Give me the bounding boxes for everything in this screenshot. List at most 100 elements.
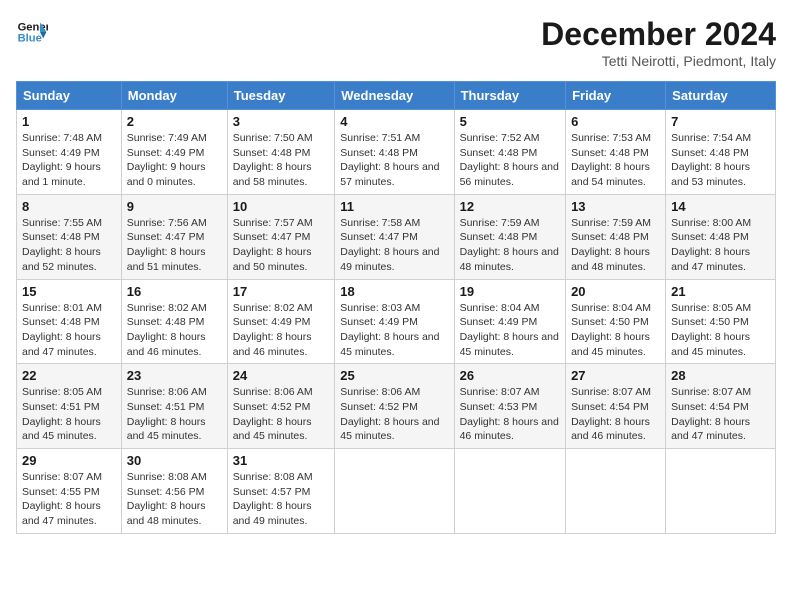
day-number: 7 bbox=[671, 114, 770, 129]
cell-info: Sunrise: 8:08 AMSunset: 4:56 PMDaylight:… bbox=[127, 470, 222, 529]
cell-info: Sunrise: 7:55 AMSunset: 4:48 PMDaylight:… bbox=[22, 216, 116, 275]
calendar-cell: 27Sunrise: 8:07 AMSunset: 4:54 PMDayligh… bbox=[566, 364, 666, 449]
header-row: SundayMondayTuesdayWednesdayThursdayFrid… bbox=[17, 82, 776, 110]
calendar-cell: 15 Sunrise: 8:01 AMSunset: 4:48 PMDayligh… bbox=[17, 279, 122, 364]
calendar-cell: 9Sunrise: 7:56 AMSunset: 4:47 PMDaylight… bbox=[121, 194, 227, 279]
cell-info: Sunrise: 7:58 AMSunset: 4:47 PMDaylight:… bbox=[340, 216, 448, 275]
calendar-cell: 18 Sunrise: 8:03 AMSunset: 4:49 PMDayligh… bbox=[335, 279, 454, 364]
day-number: 19 bbox=[460, 284, 560, 299]
cell-info: Sunrise: 8:05 AMSunset: 4:50 PMDaylight:… bbox=[671, 301, 770, 360]
calendar-cell: 12Sunrise: 7:59 AMSunset: 4:48 PMDayligh… bbox=[454, 194, 565, 279]
calendar-cell: 31 Sunrise: 8:08 AMSunset: 4:57 PMDayligh… bbox=[227, 449, 335, 534]
cell-info: Sunrise: 8:07 AMSunset: 4:55 PMDaylight:… bbox=[22, 470, 116, 529]
calendar-cell: 8 Sunrise: 7:55 AMSunset: 4:48 PMDaylight… bbox=[17, 194, 122, 279]
calendar-cell bbox=[666, 449, 776, 534]
header-cell-friday: Friday bbox=[566, 82, 666, 110]
calendar-cell: 7 Sunrise: 7:54 AMSunset: 4:48 PMDaylight… bbox=[666, 110, 776, 195]
day-number: 5 bbox=[460, 114, 560, 129]
day-number: 31 bbox=[233, 453, 330, 468]
day-number: 6 bbox=[571, 114, 660, 129]
week-row-1: 1 Sunrise: 7:48 AMSunset: 4:49 PMDaylight… bbox=[17, 110, 776, 195]
day-number: 30 bbox=[127, 453, 222, 468]
cell-info: Sunrise: 8:07 AMSunset: 4:54 PMDaylight:… bbox=[671, 385, 770, 444]
calendar-cell: 22 Sunrise: 8:05 AMSunset: 4:51 PMDayligh… bbox=[17, 364, 122, 449]
calendar-cell: 16Sunrise: 8:02 AMSunset: 4:48 PMDayligh… bbox=[121, 279, 227, 364]
calendar-cell: 25 Sunrise: 8:06 AMSunset: 4:52 PMDayligh… bbox=[335, 364, 454, 449]
day-number: 8 bbox=[22, 199, 116, 214]
calendar-table: SundayMondayTuesdayWednesdayThursdayFrid… bbox=[16, 81, 776, 534]
header-cell-sunday: Sunday bbox=[17, 82, 122, 110]
day-number: 17 bbox=[233, 284, 330, 299]
day-number: 10 bbox=[233, 199, 330, 214]
day-number: 13 bbox=[571, 199, 660, 214]
cell-info: Sunrise: 8:01 AMSunset: 4:48 PMDaylight:… bbox=[22, 301, 116, 360]
day-number: 21 bbox=[671, 284, 770, 299]
cell-info: Sunrise: 8:02 AMSunset: 4:49 PMDaylight:… bbox=[233, 301, 330, 360]
calendar-cell: 11Sunrise: 7:58 AMSunset: 4:47 PMDayligh… bbox=[335, 194, 454, 279]
header-cell-monday: Monday bbox=[121, 82, 227, 110]
cell-info: Sunrise: 8:06 AMSunset: 4:51 PMDaylight:… bbox=[127, 385, 222, 444]
location: Tetti Neirotti, Piedmont, Italy bbox=[541, 53, 776, 69]
calendar-cell: 26 Sunrise: 8:07 AMSunset: 4:53 PMDayligh… bbox=[454, 364, 565, 449]
cell-info: Sunrise: 7:49 AMSunset: 4:49 PMDaylight:… bbox=[127, 131, 222, 190]
calendar-cell: 4Sunrise: 7:51 AMSunset: 4:48 PMDaylight… bbox=[335, 110, 454, 195]
cell-info: Sunrise: 8:08 AMSunset: 4:57 PMDaylight:… bbox=[233, 470, 330, 529]
week-row-4: 22 Sunrise: 8:05 AMSunset: 4:51 PMDayligh… bbox=[17, 364, 776, 449]
calendar-cell bbox=[335, 449, 454, 534]
calendar-cell: 19 Sunrise: 8:04 AMSunset: 4:49 PMDayligh… bbox=[454, 279, 565, 364]
calendar-cell: 24 Sunrise: 8:06 AMSunset: 4:52 PMDayligh… bbox=[227, 364, 335, 449]
header: General Blue December 2024 Tetti Neirott… bbox=[16, 16, 776, 69]
day-number: 24 bbox=[233, 368, 330, 383]
day-number: 22 bbox=[22, 368, 116, 383]
calendar-cell bbox=[566, 449, 666, 534]
cell-info: Sunrise: 8:07 AMSunset: 4:54 PMDaylight:… bbox=[571, 385, 660, 444]
cell-info: Sunrise: 7:54 AMSunset: 4:48 PMDaylight:… bbox=[671, 131, 770, 190]
cell-info: Sunrise: 7:53 AMSunset: 4:48 PMDaylight:… bbox=[571, 131, 660, 190]
header-cell-tuesday: Tuesday bbox=[227, 82, 335, 110]
cell-info: Sunrise: 7:59 AMSunset: 4:48 PMDaylight:… bbox=[571, 216, 660, 275]
cell-info: Sunrise: 8:05 AMSunset: 4:51 PMDaylight:… bbox=[22, 385, 116, 444]
day-number: 1 bbox=[22, 114, 116, 129]
calendar-cell: 6 Sunrise: 7:53 AMSunset: 4:48 PMDaylight… bbox=[566, 110, 666, 195]
cell-info: Sunrise: 7:51 AMSunset: 4:48 PMDaylight:… bbox=[340, 131, 448, 190]
day-number: 26 bbox=[460, 368, 560, 383]
cell-info: Sunrise: 7:56 AMSunset: 4:47 PMDaylight:… bbox=[127, 216, 222, 275]
week-row-3: 15 Sunrise: 8:01 AMSunset: 4:48 PMDayligh… bbox=[17, 279, 776, 364]
day-number: 20 bbox=[571, 284, 660, 299]
cell-info: Sunrise: 7:52 AMSunset: 4:48 PMDaylight:… bbox=[460, 131, 560, 190]
logo-icon: General Blue bbox=[16, 16, 48, 48]
day-number: 28 bbox=[671, 368, 770, 383]
cell-info: Sunrise: 7:50 AMSunset: 4:48 PMDaylight:… bbox=[233, 131, 330, 190]
cell-info: Sunrise: 8:00 AMSunset: 4:48 PMDaylight:… bbox=[671, 216, 770, 275]
day-number: 14 bbox=[671, 199, 770, 214]
calendar-cell: 17 Sunrise: 8:02 AMSunset: 4:49 PMDayligh… bbox=[227, 279, 335, 364]
week-row-2: 8 Sunrise: 7:55 AMSunset: 4:48 PMDaylight… bbox=[17, 194, 776, 279]
cell-info: Sunrise: 8:04 AMSunset: 4:50 PMDaylight:… bbox=[571, 301, 660, 360]
cell-info: Sunrise: 8:03 AMSunset: 4:49 PMDaylight:… bbox=[340, 301, 448, 360]
calendar-cell: 14 Sunrise: 8:00 AMSunset: 4:48 PMDayligh… bbox=[666, 194, 776, 279]
calendar-cell: 5 Sunrise: 7:52 AMSunset: 4:48 PMDaylight… bbox=[454, 110, 565, 195]
calendar-cell: 20 Sunrise: 8:04 AMSunset: 4:50 PMDayligh… bbox=[566, 279, 666, 364]
day-number: 2 bbox=[127, 114, 222, 129]
calendar-cell: 28 Sunrise: 8:07 AMSunset: 4:54 PMDayligh… bbox=[666, 364, 776, 449]
cell-info: Sunrise: 8:06 AMSunset: 4:52 PMDaylight:… bbox=[340, 385, 448, 444]
title-area: December 2024 Tetti Neirotti, Piedmont, … bbox=[541, 16, 776, 69]
day-number: 25 bbox=[340, 368, 448, 383]
cell-info: Sunrise: 8:04 AMSunset: 4:49 PMDaylight:… bbox=[460, 301, 560, 360]
calendar-cell: 30 Sunrise: 8:08 AMSunset: 4:56 PMDayligh… bbox=[121, 449, 227, 534]
day-number: 15 bbox=[22, 284, 116, 299]
month-title: December 2024 bbox=[541, 16, 776, 53]
header-cell-thursday: Thursday bbox=[454, 82, 565, 110]
cell-info: Sunrise: 7:48 AMSunset: 4:49 PMDaylight:… bbox=[22, 131, 116, 190]
header-cell-wednesday: Wednesday bbox=[335, 82, 454, 110]
calendar-cell: 3 Sunrise: 7:50 AMSunset: 4:48 PMDaylight… bbox=[227, 110, 335, 195]
day-number: 23 bbox=[127, 368, 222, 383]
logo: General Blue bbox=[16, 16, 48, 48]
calendar-cell: 10Sunrise: 7:57 AMSunset: 4:47 PMDayligh… bbox=[227, 194, 335, 279]
day-number: 18 bbox=[340, 284, 448, 299]
day-number: 3 bbox=[233, 114, 330, 129]
cell-info: Sunrise: 8:07 AMSunset: 4:53 PMDaylight:… bbox=[460, 385, 560, 444]
cell-info: Sunrise: 7:59 AMSunset: 4:48 PMDaylight:… bbox=[460, 216, 560, 275]
header-cell-saturday: Saturday bbox=[666, 82, 776, 110]
cell-info: Sunrise: 8:06 AMSunset: 4:52 PMDaylight:… bbox=[233, 385, 330, 444]
